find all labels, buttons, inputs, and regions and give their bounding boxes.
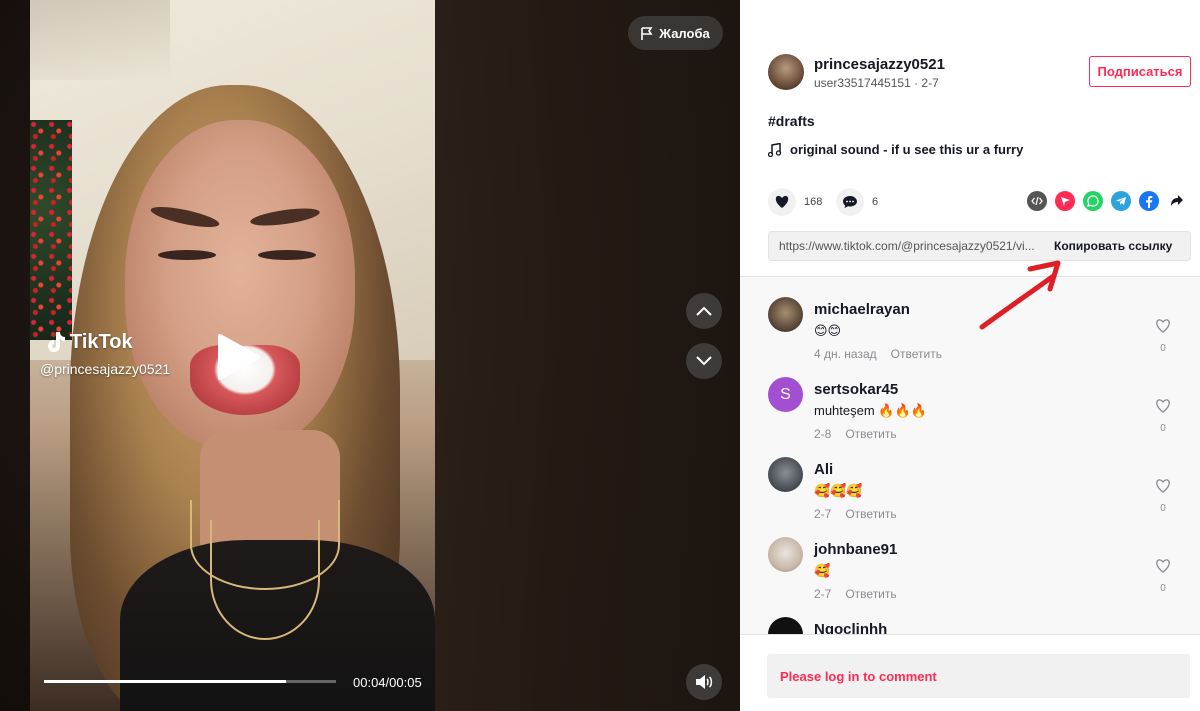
whatsapp-icon[interactable] (1083, 191, 1103, 211)
heart-outline-icon[interactable] (1154, 559, 1172, 578)
details-panel: princesajazzy0521 user33517445151 · 2-7 … (740, 0, 1200, 711)
login-to-comment-button[interactable]: Please log in to comment (767, 654, 1190, 698)
comment-item: michaelrayan 😊😊 4 дн. назад Ответить 0 (740, 277, 1200, 361)
comment-list[interactable]: michaelrayan 😊😊 4 дн. назад Ответить 0 S… (740, 277, 1200, 634)
heart-outline-icon[interactable] (1154, 319, 1172, 338)
comment-stat[interactable]: 6 (836, 188, 878, 216)
embed-icon[interactable] (1027, 191, 1047, 211)
send-red-icon[interactable] (1055, 191, 1075, 211)
heart-outline-icon[interactable] (1154, 479, 1172, 498)
watermark-brand: TikTok (70, 330, 133, 353)
comment-item: johnbane91 🥰 2-7 Ответить 0 (740, 517, 1200, 601)
flag-icon (641, 26, 653, 40)
avatar[interactable] (768, 297, 803, 332)
comment-author[interactable]: michaelrayan (814, 301, 910, 318)
volume-icon (696, 675, 713, 689)
report-button[interactable]: Жалоба (628, 16, 723, 50)
comment-like-count: 0 (1160, 503, 1166, 514)
chevron-up-icon (696, 306, 712, 316)
avatar[interactable] (768, 617, 803, 634)
avatar[interactable] (768, 537, 803, 572)
volume-button[interactable] (686, 664, 722, 700)
comment-author[interactable]: johnbane91 (814, 541, 897, 558)
comment-author[interactable]: Ali (814, 461, 833, 478)
avatar-initial: S (780, 385, 791, 403)
video-url[interactable]: https://www.tiktok.com/@princesajazzy052… (769, 239, 1044, 253)
comment-count: 6 (872, 196, 879, 208)
hashtag-link[interactable]: #drafts (768, 113, 815, 129)
tiktok-watermark: TikTok (44, 330, 133, 354)
sound-title: original sound - if u see this ur a furr… (790, 142, 1024, 157)
author-subline: user33517445151 · 2-7 (814, 76, 939, 90)
tiktok-note-icon (48, 332, 65, 352)
music-note-icon (768, 142, 782, 157)
comment-item: S sertsokar45 muhteşem 🔥🔥🔥 2-8 Ответить … (740, 357, 1200, 441)
chevron-down-icon (696, 356, 712, 366)
comment-text: 🥰🥰🥰 (814, 483, 863, 498)
author-avatar[interactable] (768, 54, 804, 90)
share-arrow-icon[interactable] (1167, 191, 1187, 211)
christmas-tree (30, 120, 72, 340)
avatar[interactable]: S (768, 377, 803, 412)
like-stat[interactable]: 168 (768, 188, 822, 216)
author-username[interactable]: princesajazzy0521 (814, 56, 945, 73)
facebook-icon[interactable] (1139, 191, 1159, 211)
telegram-icon[interactable] (1111, 191, 1131, 211)
play-icon[interactable] (212, 332, 262, 382)
comment-text: 😊😊 (814, 323, 842, 338)
comment-item: Ngoclinhh (740, 597, 1200, 634)
report-label: Жалоба (659, 25, 710, 41)
comment-author[interactable]: Ngoclinhh (814, 621, 887, 634)
watermark-handle: @princesajazzy0521 (40, 361, 171, 377)
video-progress-bar[interactable] (44, 680, 336, 683)
video-area: TikTok @princesajazzy0521 Жалоба 00:04/0… (0, 0, 740, 711)
follow-button[interactable]: Подписаться (1089, 56, 1191, 87)
comment-login-bar: Please log in to comment (740, 634, 1200, 711)
comment-text: muhteşem 🔥🔥🔥 (814, 403, 927, 418)
sound-link[interactable]: original sound - if u see this ur a furr… (768, 142, 1023, 157)
video-progress-fill (44, 680, 287, 683)
like-count: 168 (804, 196, 823, 208)
comment-author[interactable]: sertsokar45 (814, 381, 898, 398)
comment-icon[interactable] (836, 188, 864, 216)
copy-link-box: https://www.tiktok.com/@princesajazzy052… (768, 231, 1191, 261)
heart-outline-icon[interactable] (1154, 399, 1172, 418)
comment-item: Ali 🥰🥰🥰 2-7 Ответить 0 (740, 437, 1200, 521)
heart-icon[interactable] (768, 188, 796, 216)
comment-like-count: 0 (1160, 583, 1166, 594)
comment-text: 🥰 (814, 563, 831, 578)
previous-video-button[interactable] (686, 293, 722, 329)
comment-like-count: 0 (1160, 423, 1166, 434)
video-time: 00:04/00:05 (353, 675, 422, 690)
copy-link-button[interactable]: Копировать ссылку (1044, 239, 1172, 253)
avatar[interactable] (768, 457, 803, 492)
comment-like-count: 0 (1160, 343, 1166, 354)
share-row (1027, 191, 1187, 211)
next-video-button[interactable] (686, 343, 722, 379)
